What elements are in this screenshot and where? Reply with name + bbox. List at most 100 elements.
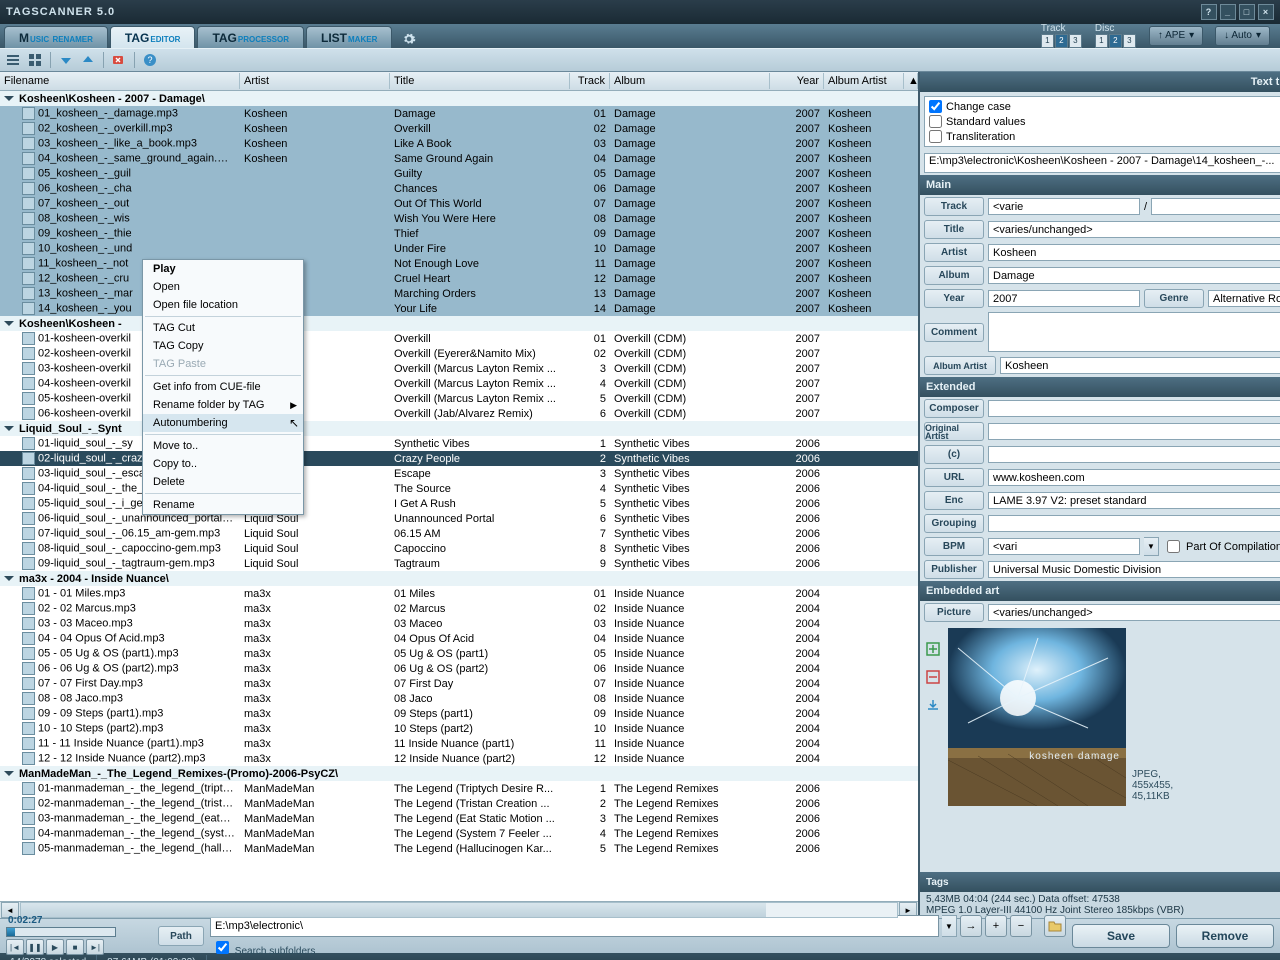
genre-input[interactable]: [1208, 290, 1280, 307]
column-header[interactable]: Artist: [240, 73, 390, 89]
file-row[interactable]: 12_kosheen_-_cruCruel Heart12Damage2007K…: [0, 271, 918, 286]
file-row[interactable]: 09 - 09 Steps (part1).mp3ma3x09 Steps (p…: [0, 706, 918, 721]
original-artist-label-button[interactable]: Original Artist: [924, 422, 984, 441]
tab-maker[interactable]: LIST maker: [306, 26, 392, 48]
file-row[interactable]: 12 - 12 Inside Nuance (part2).mp3ma3x12 …: [0, 751, 918, 766]
folder-row[interactable]: ma3x - 2004 - Inside Nuance\: [0, 571, 918, 586]
file-row[interactable]: 11_kosheen_-_notNot Enough Love11Damage2…: [0, 256, 918, 271]
folder-row[interactable]: Kosheen\Kosheen -: [0, 316, 918, 331]
track-num-3[interactable]: 3: [1069, 34, 1082, 48]
track-input[interactable]: [988, 198, 1140, 215]
file-row[interactable]: 04 - 04 Opus Of Acid.mp3ma3x04 Opus Of A…: [0, 631, 918, 646]
file-row[interactable]: 09-liquid_soul_-_tagtraum-gem.mp3Liquid …: [0, 556, 918, 571]
menu-item-open[interactable]: Open: [143, 278, 303, 296]
file-row[interactable]: 01-liquid_soul_-_sySynthetic Vibes1Synth…: [0, 436, 918, 451]
album-artist-label-button[interactable]: Album Artist: [924, 356, 996, 375]
file-row[interactable]: 08_kosheen_-_wisWish You Were Here08Dama…: [0, 211, 918, 226]
file-row[interactable]: 05_kosheen_-_guilGuilty05Damage2007Koshe…: [0, 166, 918, 181]
transformation-checkbox[interactable]: [929, 130, 942, 143]
expand-icon[interactable]: [4, 321, 14, 326]
enc-input[interactable]: [988, 492, 1280, 509]
folder-row[interactable]: Kosheen\Kosheen - 2007 - Damage\: [0, 91, 918, 106]
file-row[interactable]: 02-liquid_soul_-_crazy_people-gem.mp3Liq…: [0, 451, 918, 466]
bpm-label-button[interactable]: BPM: [924, 537, 984, 556]
close-window-icon[interactable]: ×: [1258, 4, 1274, 20]
tab-usic-renamer[interactable]: Music renamer: [4, 26, 108, 48]
track-num-2[interactable]: 2: [1055, 34, 1068, 48]
file-row[interactable]: 08-liquid_soul_-_capoccino-gem.mp3Liquid…: [0, 541, 918, 556]
file-row[interactable]: 01_kosheen_-_damage.mp3KosheenDamage01Da…: [0, 106, 918, 121]
folder-row[interactable]: Liquid_Soul_-_Synt: [0, 421, 918, 436]
transformation-checkbox[interactable]: [929, 115, 942, 128]
menu-item-play[interactable]: Play: [143, 260, 303, 278]
album-artist-input[interactable]: [1000, 357, 1280, 374]
menu-item-rename[interactable]: Rename: [143, 496, 303, 514]
genre-label-button[interactable]: Genre: [1144, 289, 1204, 308]
remove-art-icon[interactable]: [924, 668, 942, 686]
copyright-label-button[interactable]: (c): [924, 445, 984, 464]
file-row[interactable]: 04-kosheen-overkilOverkill (Marcus Layto…: [0, 376, 918, 391]
file-row[interactable]: 02-manmademan_-_the_legend_(tristan...Ma…: [0, 796, 918, 811]
file-row[interactable]: 02_kosheen_-_overkill.mp3KosheenOverkill…: [0, 121, 918, 136]
menu-item-move-to-[interactable]: Move to..: [143, 437, 303, 455]
column-header[interactable]: Title: [390, 73, 570, 89]
path-dropdown-icon[interactable]: ▼: [942, 915, 957, 937]
file-row[interactable]: 04-liquid_soul_-_the_source-gem.mp3Liqui…: [0, 481, 918, 496]
expand-icon[interactable]: [4, 576, 14, 581]
add-path-button-icon[interactable]: +: [985, 915, 1007, 937]
file-row[interactable]: 07 - 07 First Day.mp3ma3x07 First Day07I…: [0, 676, 918, 691]
grid-body[interactable]: PlayOpenOpen file locationTAG CutTAG Cop…: [0, 91, 918, 901]
title-input[interactable]: [988, 221, 1280, 238]
view-grid-icon[interactable]: [26, 51, 44, 69]
file-row[interactable]: 13_kosheen_-_marMarching Orders13Damage2…: [0, 286, 918, 301]
prev-button-icon[interactable]: |◄: [6, 939, 24, 955]
artist-input[interactable]: [988, 244, 1280, 261]
pause-button-icon[interactable]: ❚❚: [26, 939, 44, 955]
album-art-image[interactable]: kosheen damage: [948, 628, 1126, 806]
minimize-window-icon[interactable]: _: [1220, 4, 1236, 20]
album-input[interactable]: [988, 267, 1280, 284]
menu-item-tag-cut[interactable]: TAG Cut: [143, 319, 303, 337]
year-label-button[interactable]: Year: [924, 289, 984, 308]
file-row[interactable]: 10_kosheen_-_undUnder Fire10Damage2007Ko…: [0, 241, 918, 256]
column-header[interactable]: Album Artist: [824, 73, 904, 89]
file-row[interactable]: 04_kosheen_-_same_ground_again.mp3Koshee…: [0, 151, 918, 166]
help-icon[interactable]: ?: [141, 51, 159, 69]
next-button-icon[interactable]: ►|: [86, 939, 104, 955]
original-artist-input[interactable]: [988, 423, 1280, 440]
path-input[interactable]: E:\mp3\electronic\: [210, 915, 939, 937]
file-row[interactable]: 02-kosheen-overkilOverkill (Eyerer&Namit…: [0, 346, 918, 361]
menu-item-rename-folder-by-tag[interactable]: Rename folder by TAG▶: [143, 396, 303, 414]
file-row[interactable]: 07_kosheen_-_outOut Of This World07Damag…: [0, 196, 918, 211]
auto-button[interactable]: ↓ Auto▾: [1215, 26, 1270, 46]
file-row[interactable]: 06-liquid_soul_-_unannounced_portal-g...…: [0, 511, 918, 526]
file-row[interactable]: 05 - 05 Ug & OS (part1).mp3ma3x05 Ug & O…: [0, 646, 918, 661]
file-row[interactable]: 05-manmademan_-_the_legend_(halluci...Ma…: [0, 841, 918, 856]
file-row[interactable]: 14_kosheen_-_youYour Life14Damage2007Kos…: [0, 301, 918, 316]
file-row[interactable]: 03_kosheen_-_like_a_book.mp3KosheenLike …: [0, 136, 918, 151]
expand-icon[interactable]: [4, 96, 14, 101]
save-button[interactable]: Save: [1072, 924, 1170, 948]
grid-header[interactable]: FilenameArtistTitleTrackAlbumYearAlbum A…: [0, 72, 918, 91]
url-input[interactable]: [988, 469, 1280, 486]
transformation-row[interactable]: Standard values-> %all: [927, 114, 1280, 129]
picture-input[interactable]: [988, 604, 1280, 621]
column-header[interactable]: Album: [610, 73, 770, 89]
file-row[interactable]: 03-liquid_soul_-_escape-gem.mp3Liquid So…: [0, 466, 918, 481]
disc-num-3[interactable]: 3: [1123, 34, 1136, 48]
stop-button-icon[interactable]: ■: [66, 939, 84, 955]
column-header[interactable]: Track: [570, 73, 610, 89]
file-row[interactable]: 03 - 03 Maceo.mp3ma3x03 Maceo03Inside Nu…: [0, 616, 918, 631]
transformation-checkbox[interactable]: [929, 100, 942, 113]
comment-label-button[interactable]: Comment: [924, 323, 984, 342]
ape-button[interactable]: ↑ APE▾: [1149, 26, 1203, 46]
file-row[interactable]: 03-manmademan_-_the_legend_(eat_st...Man…: [0, 811, 918, 826]
file-row[interactable]: 06 - 06 Ug & OS (part2).mp3ma3x06 Ug & O…: [0, 661, 918, 676]
file-row[interactable]: 05-kosheen-overkilOverkill (Marcus Layto…: [0, 391, 918, 406]
menu-item-tag-copy[interactable]: TAG Copy: [143, 337, 303, 355]
column-header[interactable]: Filename: [0, 73, 240, 89]
file-row[interactable]: 07-liquid_soul_-_06.15_am-gem.mp3Liquid …: [0, 526, 918, 541]
horizontal-scrollbar[interactable]: ◄ ►: [0, 901, 918, 918]
search-subfolders-checkbox[interactable]: Search subfolders: [212, 938, 1066, 957]
export-art-icon[interactable]: [924, 696, 942, 714]
